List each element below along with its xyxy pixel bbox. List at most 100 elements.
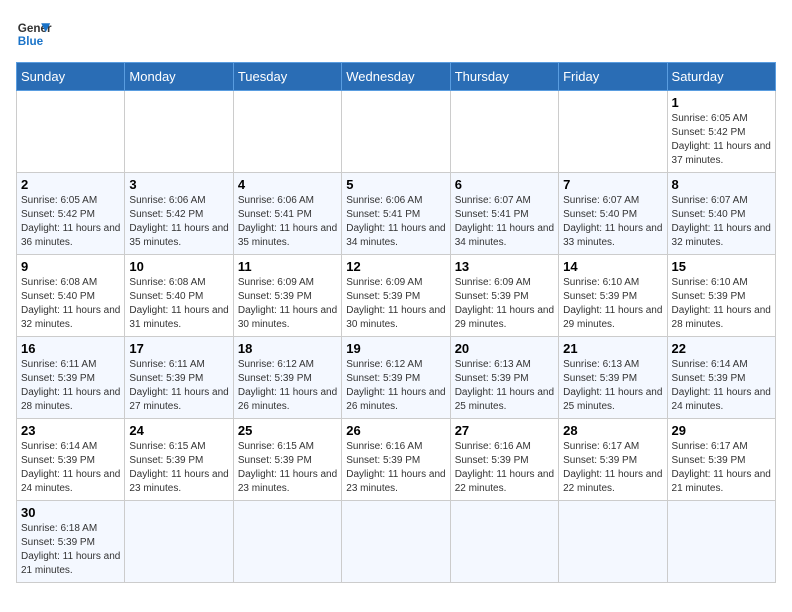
- calendar-header: SundayMondayTuesdayWednesdayThursdayFrid…: [17, 63, 776, 91]
- svg-text:Blue: Blue: [18, 35, 44, 48]
- day-number: 23: [21, 423, 120, 438]
- cell-sun-info: Sunrise: 6:12 AMSunset: 5:39 PMDaylight:…: [346, 358, 445, 414]
- calendar-cell: 18 Sunrise: 6:12 AMSunset: 5:39 PMDayligh…: [233, 337, 341, 419]
- cell-sun-info: Sunrise: 6:05 AMSunset: 5:42 PMDaylight:…: [672, 112, 771, 168]
- calendar-cell: 6 Sunrise: 6:07 AMSunset: 5:41 PMDaylight…: [450, 173, 558, 255]
- calendar-cell: 9 Sunrise: 6:08 AMSunset: 5:40 PMDaylight…: [17, 255, 125, 337]
- day-number: 25: [238, 423, 337, 438]
- calendar-cell: 21Sunrise: 6:13 AMSunset: 5:39 PMDayligh…: [559, 337, 667, 419]
- generalblue-logo-icon: General Blue: [16, 16, 52, 52]
- cell-sun-info: Sunrise: 6:09 AMSunset: 5:39 PMDaylight:…: [346, 276, 445, 332]
- calendar-cell: [233, 501, 341, 583]
- calendar-cell: [342, 501, 450, 583]
- calendar-cell: 12 Sunrise: 6:09 AMSunset: 5:39 PMDayligh…: [342, 255, 450, 337]
- calendar-cell: 27Sunrise: 6:16 AMSunset: 5:39 PMDayligh…: [450, 419, 558, 501]
- calendar-cell: 13 Sunrise: 6:09 AMSunset: 5:39 PMDayligh…: [450, 255, 558, 337]
- day-number: 7: [563, 177, 662, 192]
- day-number: 16: [21, 341, 120, 356]
- day-number: 29: [672, 423, 771, 438]
- day-number: 17: [129, 341, 228, 356]
- day-number: 9: [21, 259, 120, 274]
- calendar-cell: [450, 91, 558, 173]
- cell-sun-info: Sunrise: 6:17 AMSunset: 5:39 PMDaylight:…: [672, 440, 771, 496]
- day-number: 26: [346, 423, 445, 438]
- calendar-cell: 11 Sunrise: 6:09 AMSunset: 5:39 PMDayligh…: [233, 255, 341, 337]
- weekday-header-saturday: Saturday: [667, 63, 775, 91]
- day-number: 20: [455, 341, 554, 356]
- day-number: 28: [563, 423, 662, 438]
- calendar-cell: 4Sunrise: 6:06 AMSunset: 5:41 PMDaylight…: [233, 173, 341, 255]
- day-number: 10: [129, 259, 228, 274]
- day-number: 15: [672, 259, 771, 274]
- calendar-cell: 24Sunrise: 6:15 AMSunset: 5:39 PMDayligh…: [125, 419, 233, 501]
- cell-sun-info: Sunrise: 6:08 AMSunset: 5:40 PMDaylight:…: [129, 276, 228, 332]
- calendar-cell: 17 Sunrise: 6:11 AMSunset: 5:39 PMDayligh…: [125, 337, 233, 419]
- calendar-cell: 5 Sunrise: 6:06 AMSunset: 5:41 PMDaylight…: [342, 173, 450, 255]
- week-row-2: 2 Sunrise: 6:05 AMSunset: 5:42 PMDaylight…: [17, 173, 776, 255]
- cell-sun-info: Sunrise: 6:07 AMSunset: 5:40 PMDaylight:…: [672, 194, 771, 250]
- day-number: 5: [346, 177, 445, 192]
- calendar-cell: 25 Sunrise: 6:15 AMSunset: 5:39 PMDayligh…: [233, 419, 341, 501]
- day-number: 14: [563, 259, 662, 274]
- calendar-cell: [559, 501, 667, 583]
- day-number: 12: [346, 259, 445, 274]
- cell-sun-info: Sunrise: 6:14 AMSunset: 5:39 PMDaylight:…: [672, 358, 771, 414]
- cell-sun-info: Sunrise: 6:09 AMSunset: 5:39 PMDaylight:…: [238, 276, 337, 332]
- calendar-cell: 7 Sunrise: 6:07 AMSunset: 5:40 PMDaylight…: [559, 173, 667, 255]
- cell-sun-info: Sunrise: 6:09 AMSunset: 5:39 PMDaylight:…: [455, 276, 554, 332]
- day-number: 19: [346, 341, 445, 356]
- header: General Blue: [16, 16, 776, 52]
- day-number: 2: [21, 177, 120, 192]
- cell-sun-info: Sunrise: 6:11 AMSunset: 5:39 PMDaylight:…: [21, 358, 120, 414]
- day-number: 4: [238, 177, 337, 192]
- weekday-header-friday: Friday: [559, 63, 667, 91]
- calendar-cell: 2 Sunrise: 6:05 AMSunset: 5:42 PMDaylight…: [17, 173, 125, 255]
- weekday-header-monday: Monday: [125, 63, 233, 91]
- calendar-cell: 10 Sunrise: 6:08 AMSunset: 5:40 PMDayligh…: [125, 255, 233, 337]
- cell-sun-info: Sunrise: 6:10 AMSunset: 5:39 PMDaylight:…: [672, 276, 771, 332]
- calendar-cell: [125, 91, 233, 173]
- cell-sun-info: Sunrise: 6:10 AMSunset: 5:39 PMDaylight:…: [563, 276, 662, 332]
- cell-sun-info: Sunrise: 6:13 AMSunset: 5:39 PMDaylight:…: [455, 358, 554, 414]
- logo: General Blue: [16, 16, 52, 52]
- calendar-cell: [667, 501, 775, 583]
- calendar-body: 1 Sunrise: 6:05 AMSunset: 5:42 PMDaylight…: [17, 91, 776, 583]
- cell-sun-info: Sunrise: 6:06 AMSunset: 5:41 PMDaylight:…: [346, 194, 445, 250]
- cell-sun-info: Sunrise: 6:07 AMSunset: 5:41 PMDaylight:…: [455, 194, 554, 250]
- cell-sun-info: Sunrise: 6:16 AMSunset: 5:39 PMDaylight:…: [455, 440, 554, 496]
- calendar-cell: [233, 91, 341, 173]
- cell-sun-info: Sunrise: 6:07 AMSunset: 5:40 PMDaylight:…: [563, 194, 662, 250]
- weekday-header-tuesday: Tuesday: [233, 63, 341, 91]
- day-number: 1: [672, 95, 771, 110]
- day-number: 13: [455, 259, 554, 274]
- day-number: 11: [238, 259, 337, 274]
- cell-sun-info: Sunrise: 6:06 AMSunset: 5:42 PMDaylight:…: [129, 194, 228, 250]
- calendar-cell: 3Sunrise: 6:06 AMSunset: 5:42 PMDaylight…: [125, 173, 233, 255]
- cell-sun-info: Sunrise: 6:18 AMSunset: 5:39 PMDaylight:…: [21, 522, 120, 578]
- cell-sun-info: Sunrise: 6:11 AMSunset: 5:39 PMDaylight:…: [129, 358, 228, 414]
- calendar-cell: [450, 501, 558, 583]
- calendar-cell: [125, 501, 233, 583]
- day-number: 6: [455, 177, 554, 192]
- calendar-cell: 16 Sunrise: 6:11 AMSunset: 5:39 PMDayligh…: [17, 337, 125, 419]
- calendar-cell: [17, 91, 125, 173]
- day-number: 22: [672, 341, 771, 356]
- cell-sun-info: Sunrise: 6:16 AMSunset: 5:39 PMDaylight:…: [346, 440, 445, 496]
- calendar-cell: 19 Sunrise: 6:12 AMSunset: 5:39 PMDayligh…: [342, 337, 450, 419]
- cell-sun-info: Sunrise: 6:08 AMSunset: 5:40 PMDaylight:…: [21, 276, 120, 332]
- calendar-cell: 28Sunrise: 6:17 AMSunset: 5:39 PMDayligh…: [559, 419, 667, 501]
- day-number: 30: [21, 505, 120, 520]
- calendar-cell: 20 Sunrise: 6:13 AMSunset: 5:39 PMDayligh…: [450, 337, 558, 419]
- calendar-cell: 26 Sunrise: 6:16 AMSunset: 5:39 PMDayligh…: [342, 419, 450, 501]
- day-number: 18: [238, 341, 337, 356]
- calendar-cell: 29 Sunrise: 6:17 AMSunset: 5:39 PMDayligh…: [667, 419, 775, 501]
- weekday-header-wednesday: Wednesday: [342, 63, 450, 91]
- calendar-cell: 8Sunrise: 6:07 AMSunset: 5:40 PMDaylight…: [667, 173, 775, 255]
- cell-sun-info: Sunrise: 6:15 AMSunset: 5:39 PMDaylight:…: [129, 440, 228, 496]
- calendar-cell: 22 Sunrise: 6:14 AMSunset: 5:39 PMDayligh…: [667, 337, 775, 419]
- cell-sun-info: Sunrise: 6:14 AMSunset: 5:39 PMDaylight:…: [21, 440, 120, 496]
- week-row-5: 23 Sunrise: 6:14 AMSunset: 5:39 PMDayligh…: [17, 419, 776, 501]
- cell-sun-info: Sunrise: 6:05 AMSunset: 5:42 PMDaylight:…: [21, 194, 120, 250]
- cell-sun-info: Sunrise: 6:15 AMSunset: 5:39 PMDaylight:…: [238, 440, 337, 496]
- cell-sun-info: Sunrise: 6:12 AMSunset: 5:39 PMDaylight:…: [238, 358, 337, 414]
